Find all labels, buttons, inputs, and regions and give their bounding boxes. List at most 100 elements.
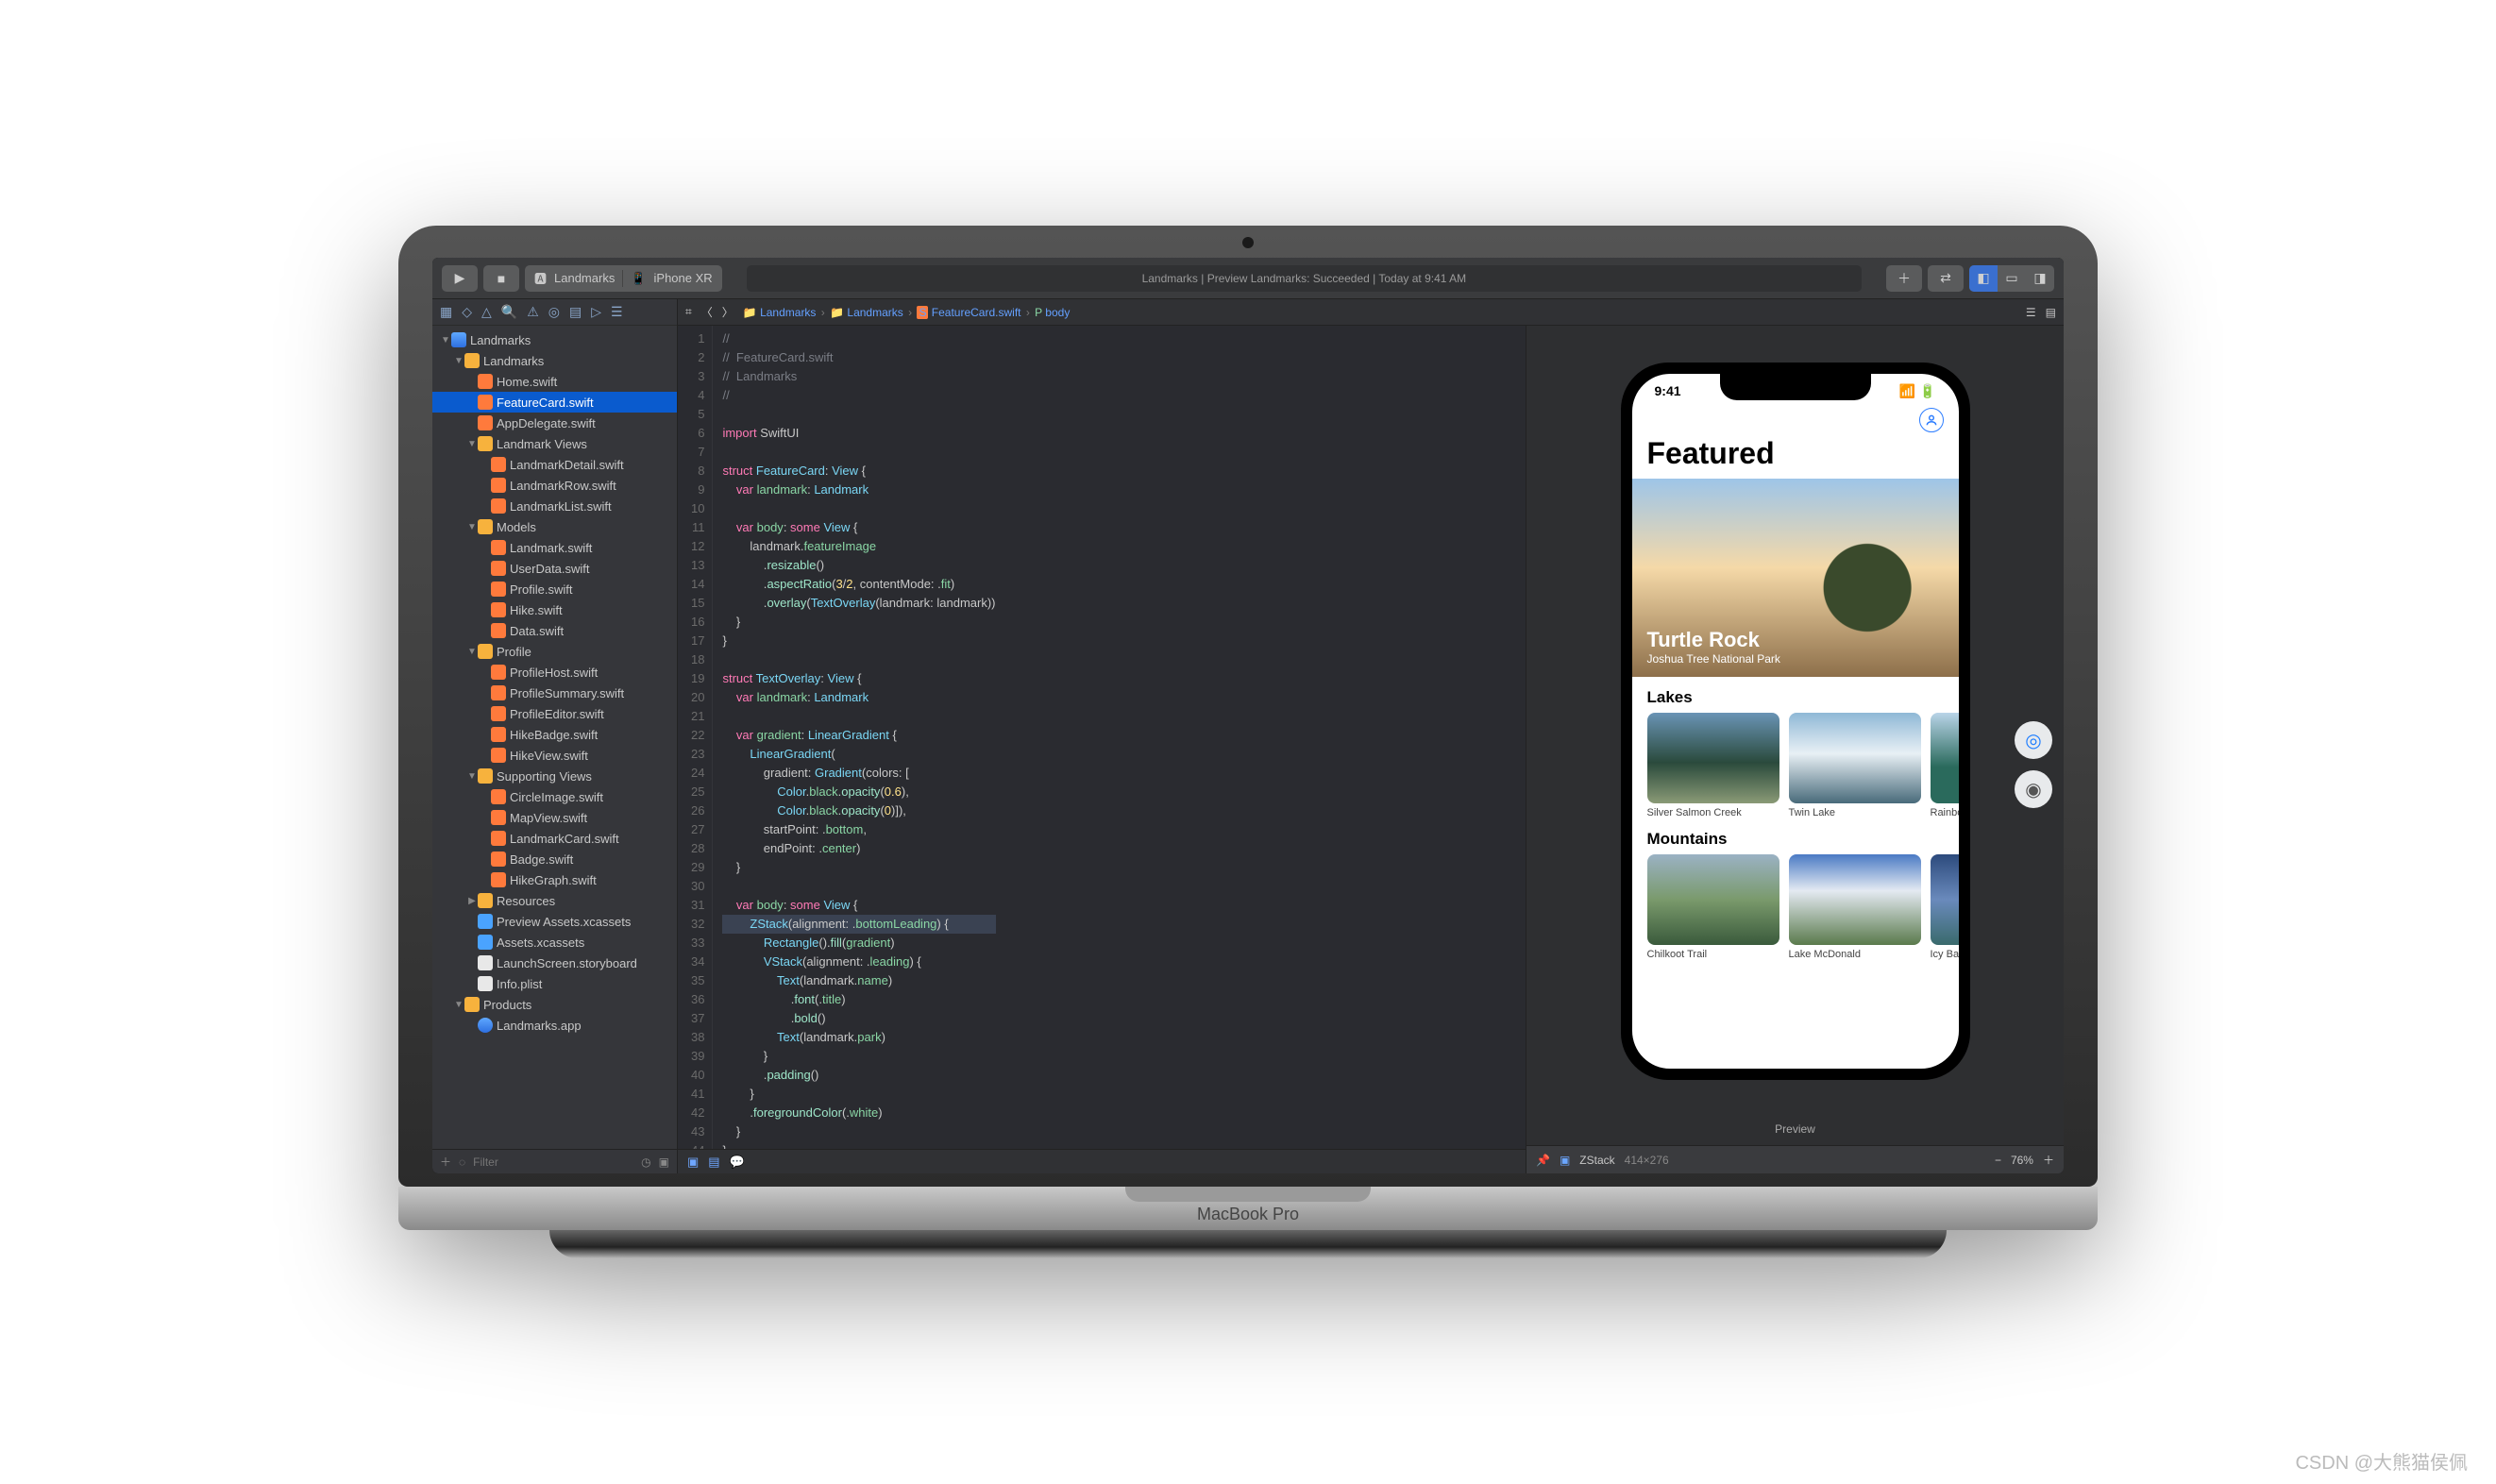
add-editor-button[interactable]: ▤: [2046, 306, 2056, 319]
symbol-tab[interactable]: △: [481, 304, 492, 320]
scm-filter-button[interactable]: ▣: [659, 1155, 669, 1169]
tree-item[interactable]: ▶Resources: [432, 890, 677, 911]
tree-item[interactable]: ▼Products: [432, 994, 677, 1015]
toggle-navigator[interactable]: ◧: [1969, 265, 1998, 292]
breadcrumb[interactable]: 📁 Landmarks › 📁 Landmarks › S FeatureCar…: [743, 306, 1071, 319]
tree-item[interactable]: FeatureCard.swift: [432, 392, 677, 413]
tree-item[interactable]: HikeView.swift: [432, 745, 677, 766]
landmark-card[interactable]: Twin Lake: [1789, 713, 1921, 818]
tree-item[interactable]: Assets.xcassets: [432, 932, 677, 953]
filter-input[interactable]: [473, 1155, 633, 1169]
tree-item[interactable]: LandmarkCard.swift: [432, 828, 677, 849]
nav-forward-button[interactable]: 〉: [722, 304, 734, 320]
scheme-selector[interactable]: 🅰Landmarks 📱iPhone XR: [525, 265, 722, 292]
tree-item[interactable]: Data.swift: [432, 620, 677, 641]
tree-item[interactable]: ▼Landmarks: [432, 329, 677, 350]
issue-tab[interactable]: ⚠: [527, 304, 539, 320]
project-navigator-tab[interactable]: ▦: [440, 304, 452, 320]
debug-tab[interactable]: ▤: [569, 304, 582, 320]
preview-label: Preview: [1526, 1117, 2064, 1145]
tree-item[interactable]: Profile.swift: [432, 579, 677, 599]
breakpoint-tab[interactable]: ▷: [591, 304, 601, 320]
preview-on-device-button[interactable]: ◉: [2015, 770, 2052, 808]
tree-item[interactable]: Preview Assets.xcassets: [432, 911, 677, 932]
zoom-value: 76%: [2011, 1154, 2033, 1167]
preview-dimensions: 414×276: [1625, 1154, 1669, 1167]
tree-item[interactable]: Info.plist: [432, 973, 677, 994]
tree-item[interactable]: LandmarkDetail.swift: [432, 454, 677, 475]
tree-item[interactable]: ▼Supporting Views: [432, 766, 677, 786]
hero-subtitle: Joshua Tree National Park: [1647, 652, 1780, 666]
toggle-inspectors[interactable]: ◨: [2026, 265, 2054, 292]
run-button[interactable]: ▶: [442, 265, 478, 292]
find-tab[interactable]: 🔍: [501, 304, 517, 320]
navigator-tabs: ▦ ◇ △ 🔍 ⚠ ◎ ▤ ▷ ☰: [432, 299, 677, 326]
tree-item[interactable]: Home.swift: [432, 371, 677, 392]
jump-bar: ⌗ 〈 〉 📁 Landmarks › 📁 Landmarks › S Feat…: [678, 299, 2064, 326]
tree-item[interactable]: ProfileHost.swift: [432, 662, 677, 683]
landmark-card[interactable]: Silver Salmon Creek: [1647, 713, 1779, 818]
scheme-app: Landmarks: [554, 271, 615, 285]
tree-item[interactable]: ProfileEditor.swift: [432, 703, 677, 724]
zoom-out-button[interactable]: −: [1995, 1154, 2001, 1167]
camera-dot: [1242, 237, 1254, 248]
related-items-button[interactable]: ⌗: [685, 305, 692, 319]
source-control-tab[interactable]: ◇: [462, 304, 472, 320]
landmark-card[interactable]: Lake McDonald: [1789, 854, 1921, 960]
tree-item[interactable]: ▼Models: [432, 516, 677, 537]
console-button[interactable]: 💬: [730, 1155, 745, 1170]
variables-button[interactable]: ▤: [708, 1155, 719, 1170]
page-title: Featured: [1632, 436, 1959, 479]
device-frame: 9:41 📶 🔋 Featured: [1621, 363, 1970, 1080]
editor-options-button[interactable]: ☰: [2026, 306, 2036, 319]
toggle-debug-area[interactable]: ▭: [1998, 265, 2026, 292]
section-header: Mountains: [1632, 818, 1959, 854]
tree-item[interactable]: Landmarks.app: [432, 1015, 677, 1036]
debug-bar: ▣ ▤ 💬: [678, 1149, 1526, 1173]
tree-item[interactable]: LandmarkRow.swift: [432, 475, 677, 496]
zoom-in-button[interactable]: ＋: [2043, 1152, 2054, 1168]
tree-item[interactable]: AppDelegate.swift: [432, 413, 677, 433]
nav-back-button[interactable]: 〈: [701, 304, 713, 320]
landmark-card[interactable]: Rainbow L: [1931, 713, 1959, 818]
tree-item[interactable]: Badge.swift: [432, 849, 677, 869]
tree-item[interactable]: ProfileSummary.swift: [432, 683, 677, 703]
code-body[interactable]: //// FeatureCard.swift// Landmarks// imp…: [713, 326, 1004, 1149]
code-review-button[interactable]: ⇄: [1928, 265, 1964, 292]
macbook-base: MacBook Pro: [398, 1187, 2098, 1230]
tree-item[interactable]: ▼Landmark Views: [432, 433, 677, 454]
pin-preview-button[interactable]: 📌: [1536, 1154, 1550, 1167]
tree-item[interactable]: Hike.swift: [432, 599, 677, 620]
line-gutter: 1234567891011121314151617181920212223242…: [678, 326, 713, 1149]
recent-filter-button[interactable]: ◷: [641, 1155, 650, 1169]
tree-item[interactable]: UserData.swift: [432, 558, 677, 579]
test-tab[interactable]: ◎: [548, 304, 560, 320]
live-preview-button[interactable]: ◎: [2015, 721, 2052, 759]
filter-icon[interactable]: ◌: [459, 1155, 465, 1169]
report-tab[interactable]: ☰: [611, 304, 623, 320]
hero-title: Turtle Rock: [1647, 628, 1780, 652]
source-editor[interactable]: 1234567891011121314151617181920212223242…: [678, 326, 1526, 1149]
tree-item[interactable]: MapView.swift: [432, 807, 677, 828]
tree-item[interactable]: ▼Landmarks: [432, 350, 677, 371]
preview-view-name: ZStack: [1579, 1154, 1614, 1167]
status-icons: 📶 🔋: [1899, 383, 1936, 399]
file-tree: ▼Landmarks▼LandmarksHome.swiftFeatureCar…: [432, 326, 677, 1149]
toolbar: ▶ ■ 🅰Landmarks 📱iPhone XR Landmarks | Pr…: [432, 258, 2064, 299]
tree-item[interactable]: HikeBadge.swift: [432, 724, 677, 745]
tree-item[interactable]: Landmark.swift: [432, 537, 677, 558]
tree-item[interactable]: CircleImage.swift: [432, 786, 677, 807]
tree-item[interactable]: ▼Profile: [432, 641, 677, 662]
landmark-card[interactable]: Icy Bay: [1931, 854, 1959, 960]
debug-hide-button[interactable]: ▣: [687, 1155, 699, 1170]
landmark-card[interactable]: Chilkoot Trail: [1647, 854, 1779, 960]
status-time: 9:41: [1655, 383, 1681, 398]
stop-button[interactable]: ■: [483, 265, 519, 292]
tree-item[interactable]: LandmarkList.swift: [432, 496, 677, 516]
tree-item[interactable]: HikeGraph.swift: [432, 869, 677, 890]
profile-button[interactable]: [1919, 408, 1944, 432]
library-button[interactable]: ＋: [1886, 265, 1922, 292]
hero-card[interactable]: Turtle Rock Joshua Tree National Park: [1632, 479, 1959, 677]
tree-item[interactable]: LaunchScreen.storyboard: [432, 953, 677, 973]
add-file-button[interactable]: ＋: [440, 1154, 451, 1170]
